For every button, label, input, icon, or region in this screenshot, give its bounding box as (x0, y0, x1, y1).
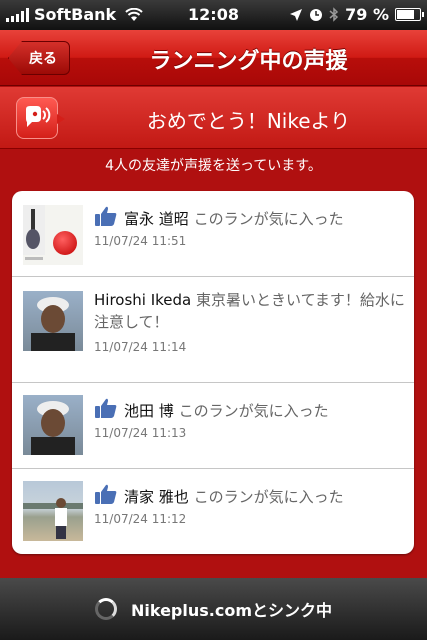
sync-status-bar: Nikeplus.comとシンク中 (0, 578, 427, 640)
battery-icon (395, 8, 424, 21)
avatar (23, 395, 83, 455)
page-title: ランニング中の声援 (149, 49, 348, 74)
friend-name: 池田 博 (124, 402, 174, 420)
location-arrow-icon (290, 8, 303, 21)
friend-name: 清家 雅也 (124, 488, 189, 506)
battery-percent: 79 % (345, 5, 389, 24)
cheer-message: このランが気に入った (193, 488, 344, 506)
friends-count-text: 4人の友達が声援を送っています。 (105, 158, 322, 174)
banner-message: おめでとう！Nikeより (146, 109, 351, 133)
cheer-date: 11/07/24 11:12 (94, 512, 187, 526)
cheer-banner: おめでとう！Nikeより (0, 87, 427, 149)
loading-spinner-icon (94, 598, 117, 620)
friend-name: 富永 道昭 (124, 210, 189, 228)
like-icon (95, 398, 117, 418)
list-item[interactable]: 池田 博 このランが気に入った 11/07/24 11:13 (12, 383, 414, 469)
back-button[interactable]: 戻る (8, 41, 70, 75)
avatar (23, 481, 83, 541)
cheer-date: 11/07/24 11:13 (94, 426, 187, 440)
list-item[interactable]: Hiroshi Ikeda 東京暑いときいてます！給水に注意して！ 11/07/… (12, 277, 414, 383)
cheer-list: 富永 道昭 このランが気に入った 11/07/24 11:51 Hiroshi … (12, 191, 414, 554)
like-icon (95, 206, 117, 226)
cheer-message: このランが気に入った (178, 402, 329, 420)
status-right: 79 % (289, 5, 424, 24)
navigation-bar: 戻る ランニング中の声援 (0, 30, 427, 86)
like-icon (95, 484, 117, 504)
status-bar: SoftBank 12:08 79 % (0, 0, 427, 30)
cheer-speech-icon (16, 97, 65, 139)
list-item[interactable]: 清家 雅也 このランが気に入った 11/07/24 11:12 (12, 469, 414, 554)
cheer-date: 11/07/24 11:51 (94, 234, 187, 248)
avatar (23, 291, 83, 351)
sync-status-text: Nikeplus.comとシンク中 (130, 601, 333, 620)
japan-flag-badge (53, 231, 77, 255)
friend-name: Hiroshi Ikeda (94, 291, 192, 309)
cheer-date: 11/07/24 11:14 (94, 340, 187, 354)
cheer-message: このランが気に入った (193, 210, 344, 228)
alarm-clock-icon (310, 8, 323, 21)
bluetooth-icon (329, 7, 339, 22)
list-item[interactable]: 富永 道昭 このランが気に入った 11/07/24 11:51 (12, 191, 414, 277)
